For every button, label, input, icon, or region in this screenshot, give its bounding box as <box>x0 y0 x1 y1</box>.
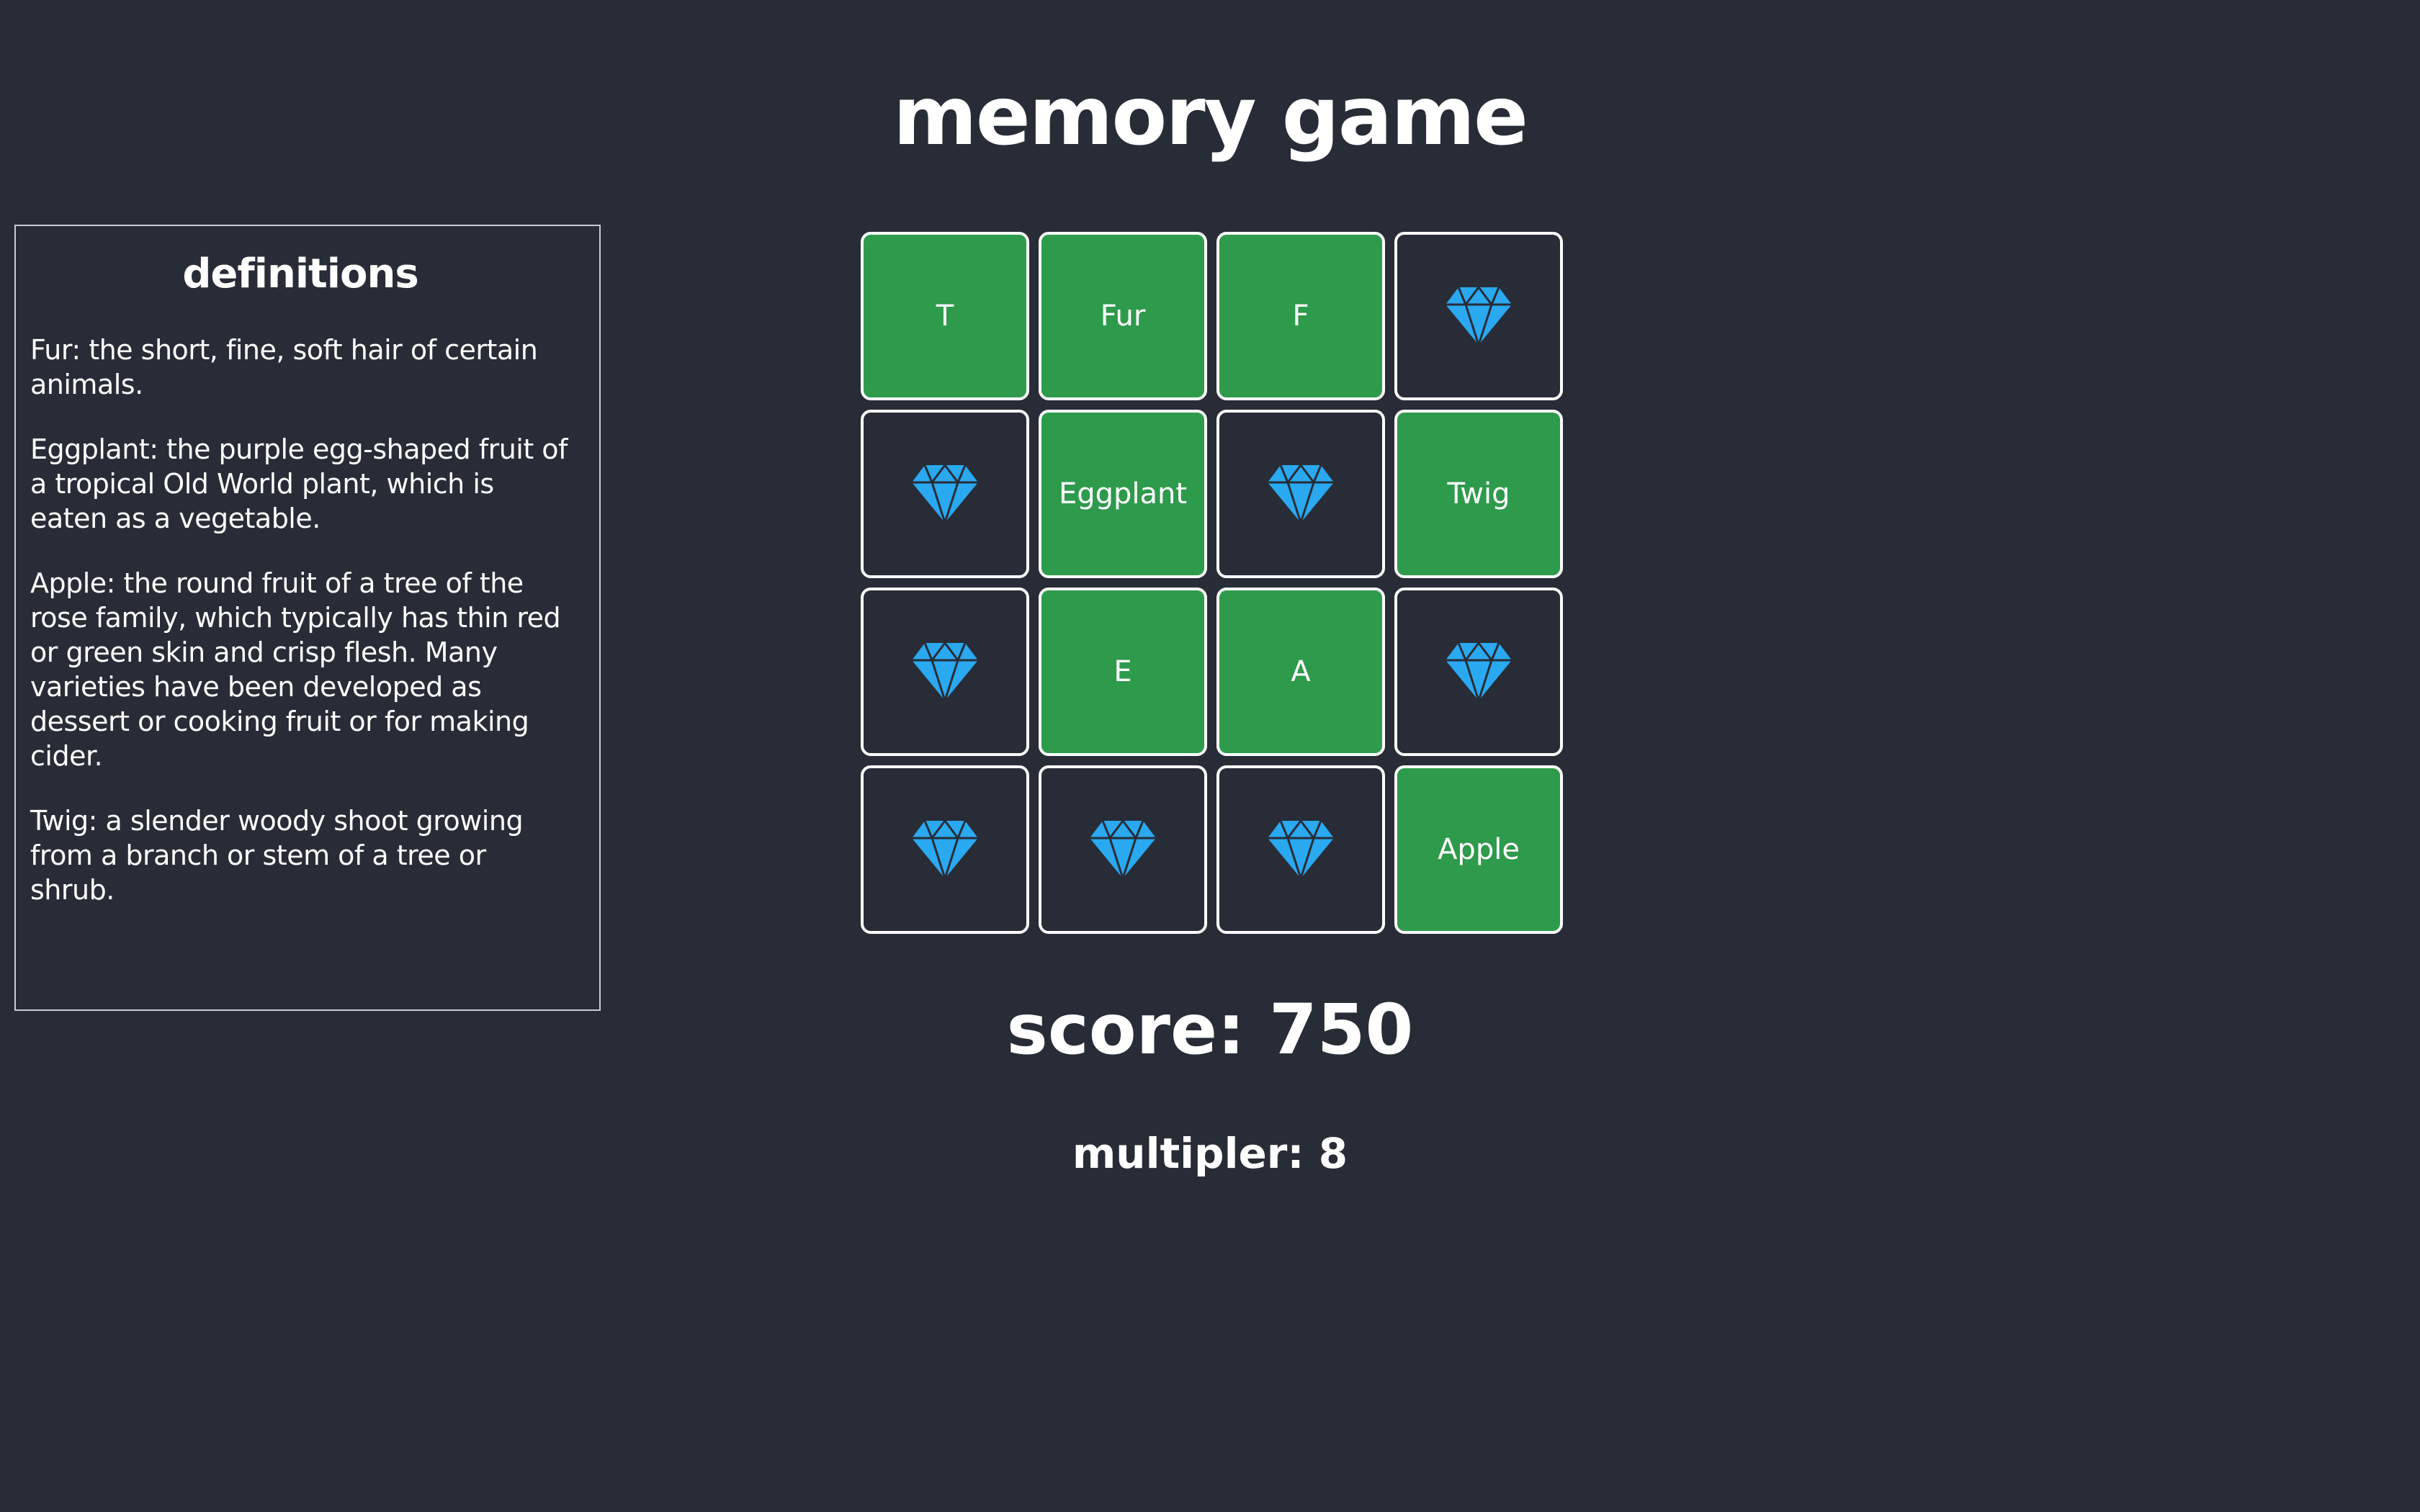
card-revealed[interactable]: Eggplant <box>1039 410 1207 578</box>
definition-eggplant: Eggplant: the purple egg-shaped fruit of… <box>30 433 568 534</box>
diamond-icon <box>910 464 980 524</box>
multiplier-display: multipler: 8 <box>1072 1129 1348 1178</box>
card-label: A <box>1291 655 1311 688</box>
card-hidden[interactable] <box>1216 765 1385 934</box>
definitions-title: definitions <box>182 251 418 297</box>
card-revealed[interactable]: A <box>1216 588 1385 756</box>
diamond-icon <box>910 819 980 880</box>
diamond-icon <box>1444 286 1513 346</box>
diamond-icon <box>1266 464 1335 524</box>
game-board: T Fur F Eggplant Twig E A Apple <box>861 232 1564 934</box>
card-hidden[interactable] <box>1394 588 1563 756</box>
card-hidden[interactable] <box>861 410 1029 578</box>
card-label: T <box>936 300 954 333</box>
card-revealed[interactable]: Fur <box>1039 232 1207 400</box>
diamond-icon <box>1444 642 1513 702</box>
card-label: Fur <box>1100 300 1146 333</box>
card-label: Twig <box>1447 477 1510 510</box>
definition-fur: Fur: the short, fine, soft hair of certa… <box>30 334 538 400</box>
card-label: Eggplant <box>1058 477 1188 510</box>
card-revealed[interactable]: Twig <box>1394 410 1563 578</box>
card-hidden[interactable] <box>861 765 1029 934</box>
card-revealed[interactable]: F <box>1216 232 1385 400</box>
card-revealed[interactable]: Apple <box>1394 765 1563 934</box>
card-revealed[interactable]: T <box>861 232 1029 400</box>
card-hidden[interactable] <box>1216 410 1385 578</box>
score-display: score: 750 <box>1006 989 1414 1070</box>
card-revealed[interactable]: E <box>1039 588 1207 756</box>
card-label: F <box>1292 300 1309 333</box>
card-hidden[interactable] <box>1039 765 1207 934</box>
definition-twig: Twig: a slender woody shoot growing from… <box>30 805 524 906</box>
card-label: Apple <box>1438 833 1520 866</box>
definitions-panel: definitions Fur: the short, fine, soft h… <box>14 225 601 1011</box>
diamond-icon <box>1266 819 1335 880</box>
card-label: E <box>1113 655 1132 688</box>
diamond-icon <box>910 642 980 702</box>
diamond-icon <box>1088 819 1157 880</box>
page-title: memory game <box>893 70 1528 163</box>
card-hidden[interactable] <box>1394 232 1563 400</box>
card-hidden[interactable] <box>861 588 1029 756</box>
definition-apple: Apple: the round fruit of a tree of the … <box>30 567 561 772</box>
